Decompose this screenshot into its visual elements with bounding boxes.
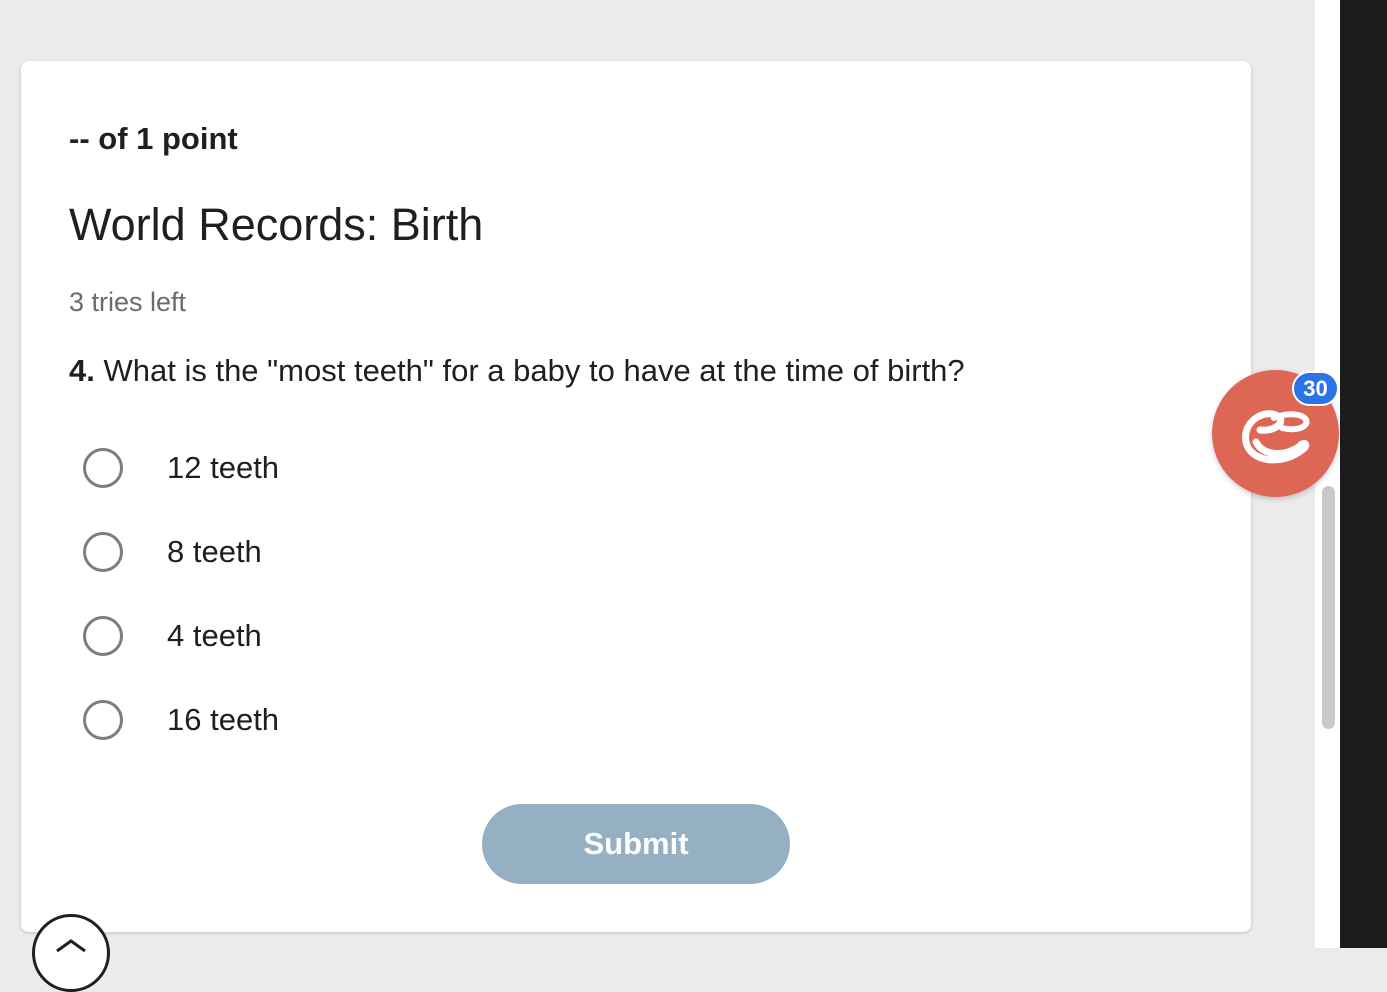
answer-option-2[interactable]: 8 teeth	[83, 527, 262, 577]
radio-button[interactable]	[83, 616, 123, 656]
radio-button[interactable]	[83, 532, 123, 572]
notification-badge: 30	[1292, 371, 1339, 406]
answer-option-label: 16 teeth	[167, 702, 280, 737]
radio-button[interactable]	[83, 700, 123, 740]
submit-button[interactable]: Submit	[482, 804, 790, 884]
answer-option-label: 12 teeth	[167, 450, 280, 485]
window-dark-edge	[1340, 0, 1387, 948]
home-icon	[56, 939, 86, 953]
quiz-title: World Records: Birth	[69, 199, 484, 250]
quiz-card: -- of 1 point World Records: Birth 3 tri…	[21, 61, 1251, 932]
scrollbar-thumb[interactable]	[1322, 486, 1335, 729]
radio-button[interactable]	[83, 448, 123, 488]
answer-option-3[interactable]: 4 teeth	[83, 611, 262, 661]
answer-option-1[interactable]: 12 teeth	[83, 443, 279, 493]
home-button[interactable]	[32, 914, 110, 992]
answer-option-label: 4 teeth	[167, 618, 262, 653]
answer-option-4[interactable]: 16 teeth	[83, 695, 279, 745]
question-body: What is the "most teeth" for a baby to h…	[103, 353, 965, 388]
points-label: -- of 1 point	[69, 121, 238, 156]
answer-option-label: 8 teeth	[167, 534, 262, 569]
question-text: 4. What is the "most teeth" for a baby t…	[69, 353, 965, 389]
question-number: 4.	[69, 353, 95, 388]
tries-left-label: 3 tries left	[69, 287, 187, 317]
